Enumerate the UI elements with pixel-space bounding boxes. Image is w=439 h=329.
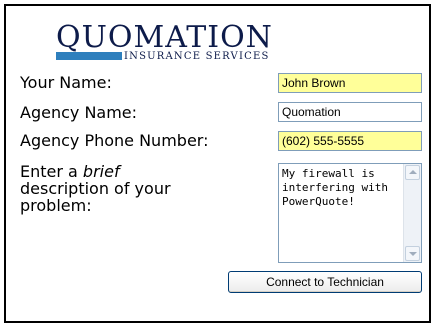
description-textarea[interactable]: My firewall is interfering with PowerQuo…	[278, 163, 422, 263]
name-label: Your Name:	[20, 73, 112, 92]
logo-tagline: INSURANCE SERVICES	[124, 51, 270, 62]
logo-wordmark: QUOMATION	[56, 20, 273, 55]
scroll-up-button[interactable]	[405, 165, 420, 180]
description-text[interactable]: My firewall is interfering with PowerQuo…	[282, 167, 400, 209]
scroll-down-button[interactable]	[405, 246, 420, 261]
agency-phone-label: Agency Phone Number:	[20, 131, 209, 150]
agency-name-field[interactable]: Quomation	[278, 102, 422, 122]
description-label-post: description of your problem:	[20, 179, 171, 215]
logo-accent-bar	[56, 52, 122, 60]
name-field[interactable]: John Brown	[278, 73, 422, 93]
scroll-up-arrow-icon	[409, 170, 417, 174]
description-scrollbar[interactable]	[403, 164, 421, 262]
dialog-frame: QUOMATION INSURANCE SERVICES Your Name: …	[4, 4, 431, 323]
agency-phone-field[interactable]: (602) 555-5555	[278, 131, 422, 151]
agency-name-label: Agency Name:	[20, 103, 138, 122]
scroll-down-arrow-icon	[409, 252, 417, 256]
connect-to-technician-button[interactable]: Connect to Technician	[228, 271, 422, 293]
description-label: Enter a brief description of your proble…	[20, 163, 190, 214]
quomation-logo: QUOMATION INSURANCE SERVICES	[56, 22, 274, 68]
